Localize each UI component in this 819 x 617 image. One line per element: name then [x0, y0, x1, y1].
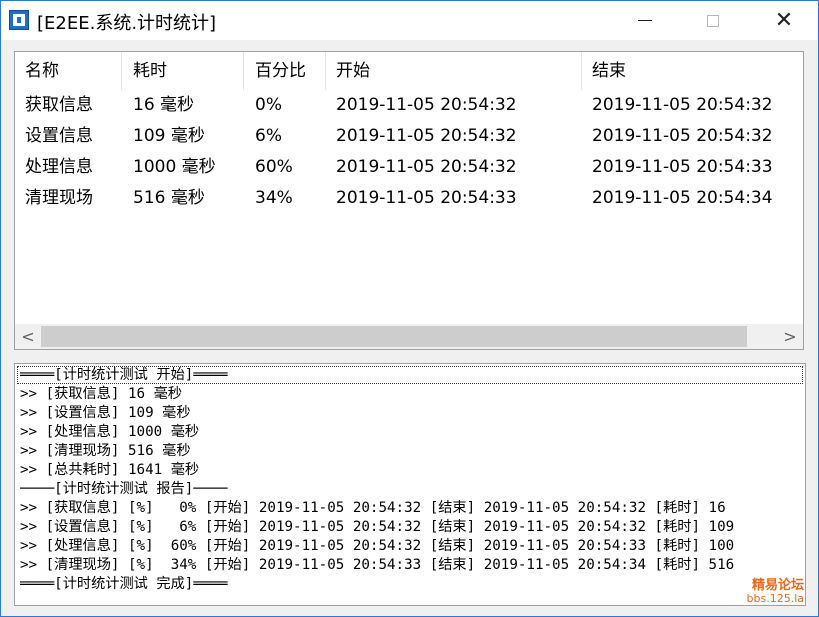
column-header-percent[interactable]: 百分比: [245, 52, 326, 90]
title-bar[interactable]: [E2EE.系统.计时统计] ✕: [1, 1, 818, 40]
maximize-icon: [707, 14, 719, 27]
table-row[interactable]: 清理现场 516 毫秒 34% 2019-11-05 20:54:33 2019…: [15, 183, 803, 214]
column-header-end[interactable]: 结束: [582, 52, 803, 90]
log-line: >> [清理现场] 516 毫秒: [20, 443, 191, 459]
log-line: >> [总共耗时] 1641 毫秒: [20, 462, 200, 478]
watermark-url: bbs.125.la: [746, 592, 804, 605]
cell-duration: 516 毫秒: [133, 188, 205, 208]
log-line: >> [处理信息] [%] 60% [开始] 2019-11-05 20:54:…: [20, 538, 735, 554]
minimize-button[interactable]: [622, 1, 668, 40]
app-icon[interactable]: [9, 10, 29, 30]
maximize-button[interactable]: [690, 1, 736, 40]
cell-end: 2019-11-05 20:54:32: [592, 95, 773, 115]
cell-end: 2019-11-05 20:54:33: [592, 157, 773, 177]
cell-end: 2019-11-05 20:54:32: [592, 126, 773, 146]
column-header-start[interactable]: 开始: [326, 52, 582, 90]
column-header-name[interactable]: 名称: [15, 52, 122, 90]
timing-list-view[interactable]: 名称 耗时 百分比 开始 结束 获取信息 16 毫秒 0% 2019-11-05…: [14, 51, 804, 350]
cell-duration: 16 毫秒: [133, 95, 195, 115]
watermark-title: 精易论坛: [751, 578, 804, 593]
scroll-right-icon[interactable]: >: [777, 324, 803, 349]
cell-percent: 0%: [255, 95, 282, 115]
column-header-duration[interactable]: 耗时: [123, 52, 244, 90]
cell-name: 获取信息: [25, 95, 93, 115]
log-line: ════[计时统计测试 开始]════: [20, 367, 228, 383]
table-row[interactable]: 处理信息 1000 毫秒 60% 2019-11-05 20:54:32 201…: [15, 152, 803, 183]
forum-watermark: 精易论坛 bbs.125.la: [747, 579, 804, 605]
table-row[interactable]: 设置信息 109 毫秒 6% 2019-11-05 20:54:32 2019-…: [15, 121, 803, 152]
cell-start: 2019-11-05 20:54:32: [336, 126, 517, 146]
scroll-left-icon[interactable]: <: [15, 324, 41, 349]
cell-name: 设置信息: [25, 126, 93, 146]
cell-duration: 1000 毫秒: [133, 157, 216, 177]
log-line: >> [获取信息] [%] 0% [开始] 2019-11-05 20:54:3…: [20, 500, 726, 516]
cell-end: 2019-11-05 20:54:34: [592, 188, 773, 208]
log-line: >> [设置信息] [%] 6% [开始] 2019-11-05 20:54:3…: [20, 519, 735, 535]
close-button[interactable]: ✕: [761, 1, 807, 40]
log-line: >> [清理现场] [%] 34% [开始] 2019-11-05 20:54:…: [20, 557, 735, 573]
cell-percent: 6%: [255, 126, 282, 146]
table-row[interactable]: 获取信息 16 毫秒 0% 2019-11-05 20:54:32 2019-1…: [15, 90, 803, 121]
cell-start: 2019-11-05 20:54:33: [336, 188, 517, 208]
log-output-box[interactable]: ════[计时统计测试 开始]════ >> [获取信息] 16 毫秒 >> […: [14, 363, 806, 606]
list-header: 名称 耗时 百分比 开始 结束: [15, 52, 803, 90]
log-line: >> [处理信息] 1000 毫秒: [20, 424, 200, 440]
close-icon: ✕: [774, 7, 794, 33]
minimize-icon: [638, 20, 652, 21]
horizontal-scrollbar[interactable]: < >: [15, 324, 803, 349]
cell-duration: 109 毫秒: [133, 126, 205, 146]
scroll-thumb[interactable]: [41, 326, 747, 347]
log-line: >> [设置信息] 109 毫秒: [20, 405, 191, 421]
cell-percent: 34%: [255, 188, 293, 208]
log-line: ════[计时统计测试 完成]════: [20, 576, 228, 592]
main-window: [E2EE.系统.计时统计] ✕ 名称 耗时 百分比 开始 结束 获取信息 16…: [0, 0, 819, 617]
cell-name: 清理现场: [25, 188, 93, 208]
cell-start: 2019-11-05 20:54:32: [336, 157, 517, 177]
cell-percent: 60%: [255, 157, 293, 177]
log-line: ────[计时统计测试 报告]────: [20, 481, 228, 497]
log-line: >> [获取信息] 16 毫秒: [20, 386, 182, 402]
window-title: [E2EE.系统.计时统计]: [37, 13, 217, 34]
cell-start: 2019-11-05 20:54:32: [336, 95, 517, 115]
cell-name: 处理信息: [25, 157, 93, 177]
